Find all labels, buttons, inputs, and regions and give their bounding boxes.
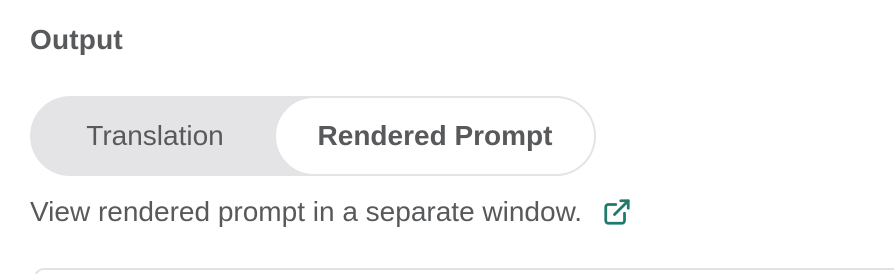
tab-rendered-prompt[interactable]: Rendered Prompt bbox=[274, 96, 596, 176]
rendered-prompt-info: View rendered prompt in a separate windo… bbox=[30, 196, 632, 228]
external-link-icon[interactable] bbox=[602, 197, 632, 227]
section-title: Output bbox=[30, 24, 123, 55]
output-panel: Output Translation Rendered Prompt View … bbox=[0, 0, 894, 274]
info-text: View rendered prompt in a separate windo… bbox=[30, 196, 583, 227]
content-box-edge bbox=[34, 268, 894, 274]
output-view-toggle: Translation Rendered Prompt bbox=[30, 96, 596, 176]
tab-translation[interactable]: Translation bbox=[30, 96, 274, 176]
